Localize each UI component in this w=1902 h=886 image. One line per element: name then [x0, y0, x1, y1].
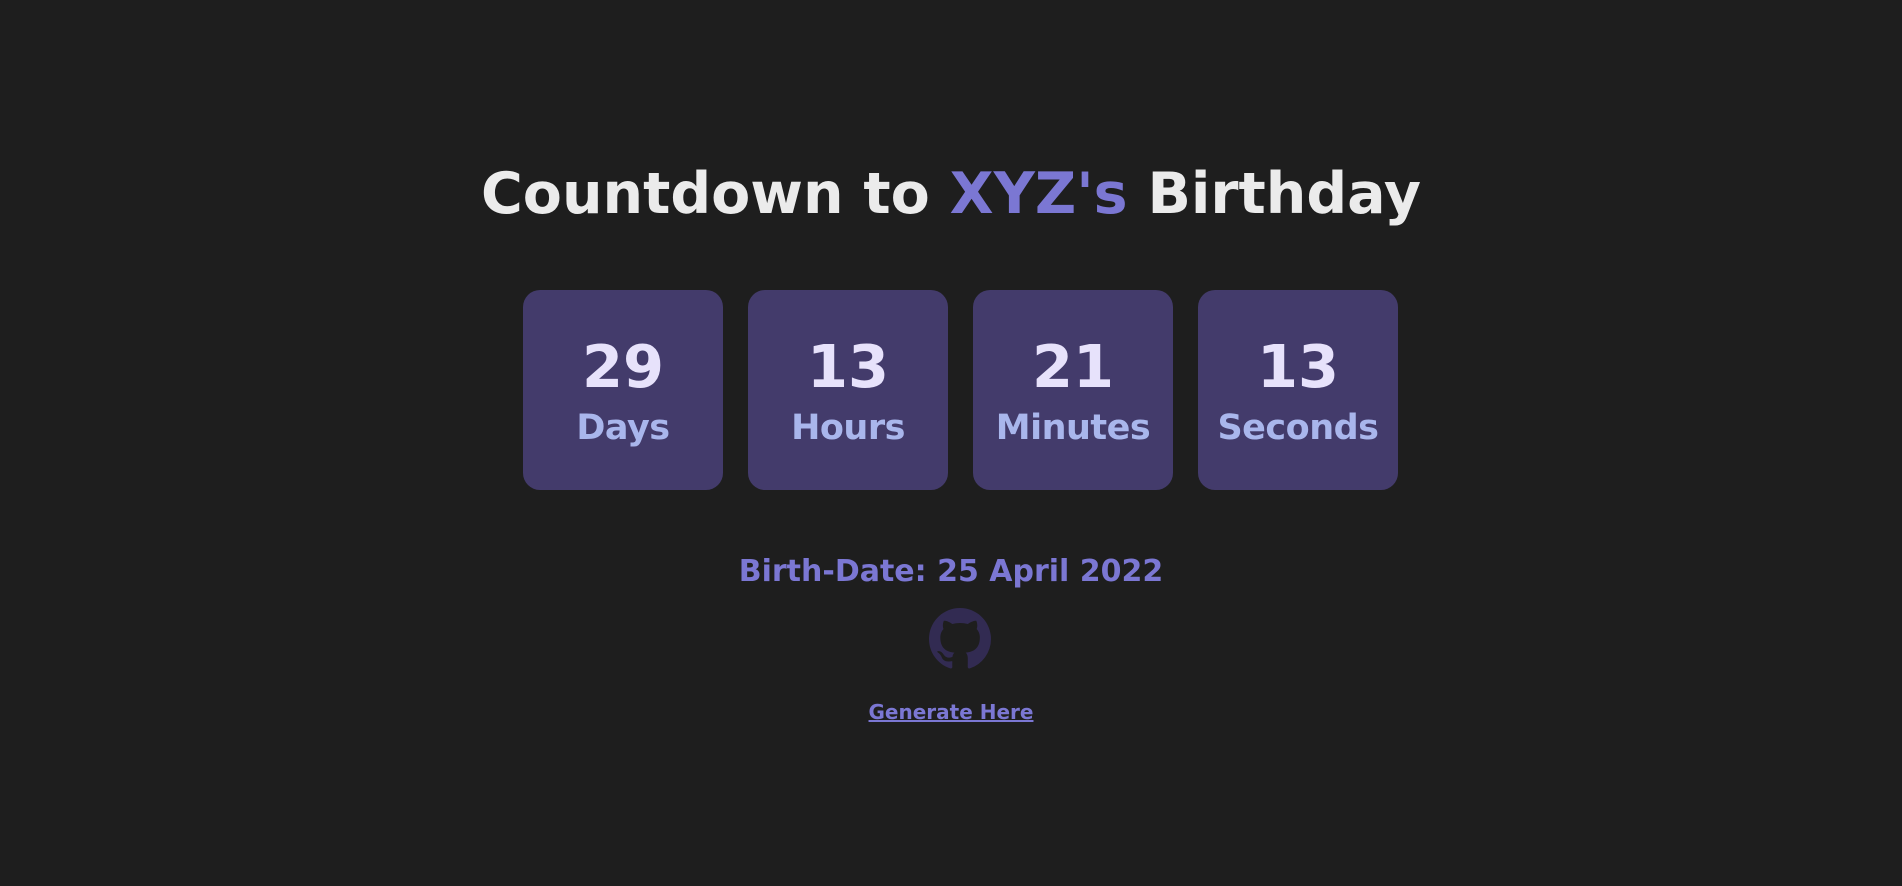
hours-value: 13 — [806, 332, 890, 401]
github-icon[interactable] — [929, 608, 991, 670]
generate-link-wrapper: Generate Here — [0, 699, 1902, 725]
days-label: Days — [576, 408, 670, 448]
minutes-label: Minutes — [995, 408, 1151, 448]
countdown-page: Countdown to XYZ's Birthday 29 Days 13 H… — [0, 0, 1902, 886]
countdown-box-minutes: 21 Minutes — [973, 290, 1173, 490]
countdown-boxes: 29 Days 13 Hours 21 Minutes 13 Seconds — [523, 290, 1398, 490]
title-person-name: XYZ's — [949, 161, 1128, 227]
minutes-value: 21 — [1031, 332, 1115, 401]
title-suffix: Birthday — [1127, 161, 1422, 227]
seconds-label: Seconds — [1217, 408, 1379, 448]
title-prefix: Countdown to — [480, 161, 950, 227]
hours-label: Hours — [791, 408, 905, 448]
page-title: Countdown to XYZ's Birthday — [0, 158, 1902, 230]
seconds-value: 13 — [1256, 332, 1340, 401]
countdown-box-hours: 13 Hours — [748, 290, 948, 490]
countdown-box-days: 29 Days — [523, 290, 723, 490]
github-icon-svg — [929, 608, 991, 669]
countdown-box-seconds: 13 Seconds — [1198, 290, 1398, 490]
days-value: 29 — [581, 332, 665, 401]
generate-here-link[interactable]: Generate Here — [869, 700, 1034, 724]
birth-date: Birth-Date: 25 April 2022 — [738, 554, 1164, 589]
